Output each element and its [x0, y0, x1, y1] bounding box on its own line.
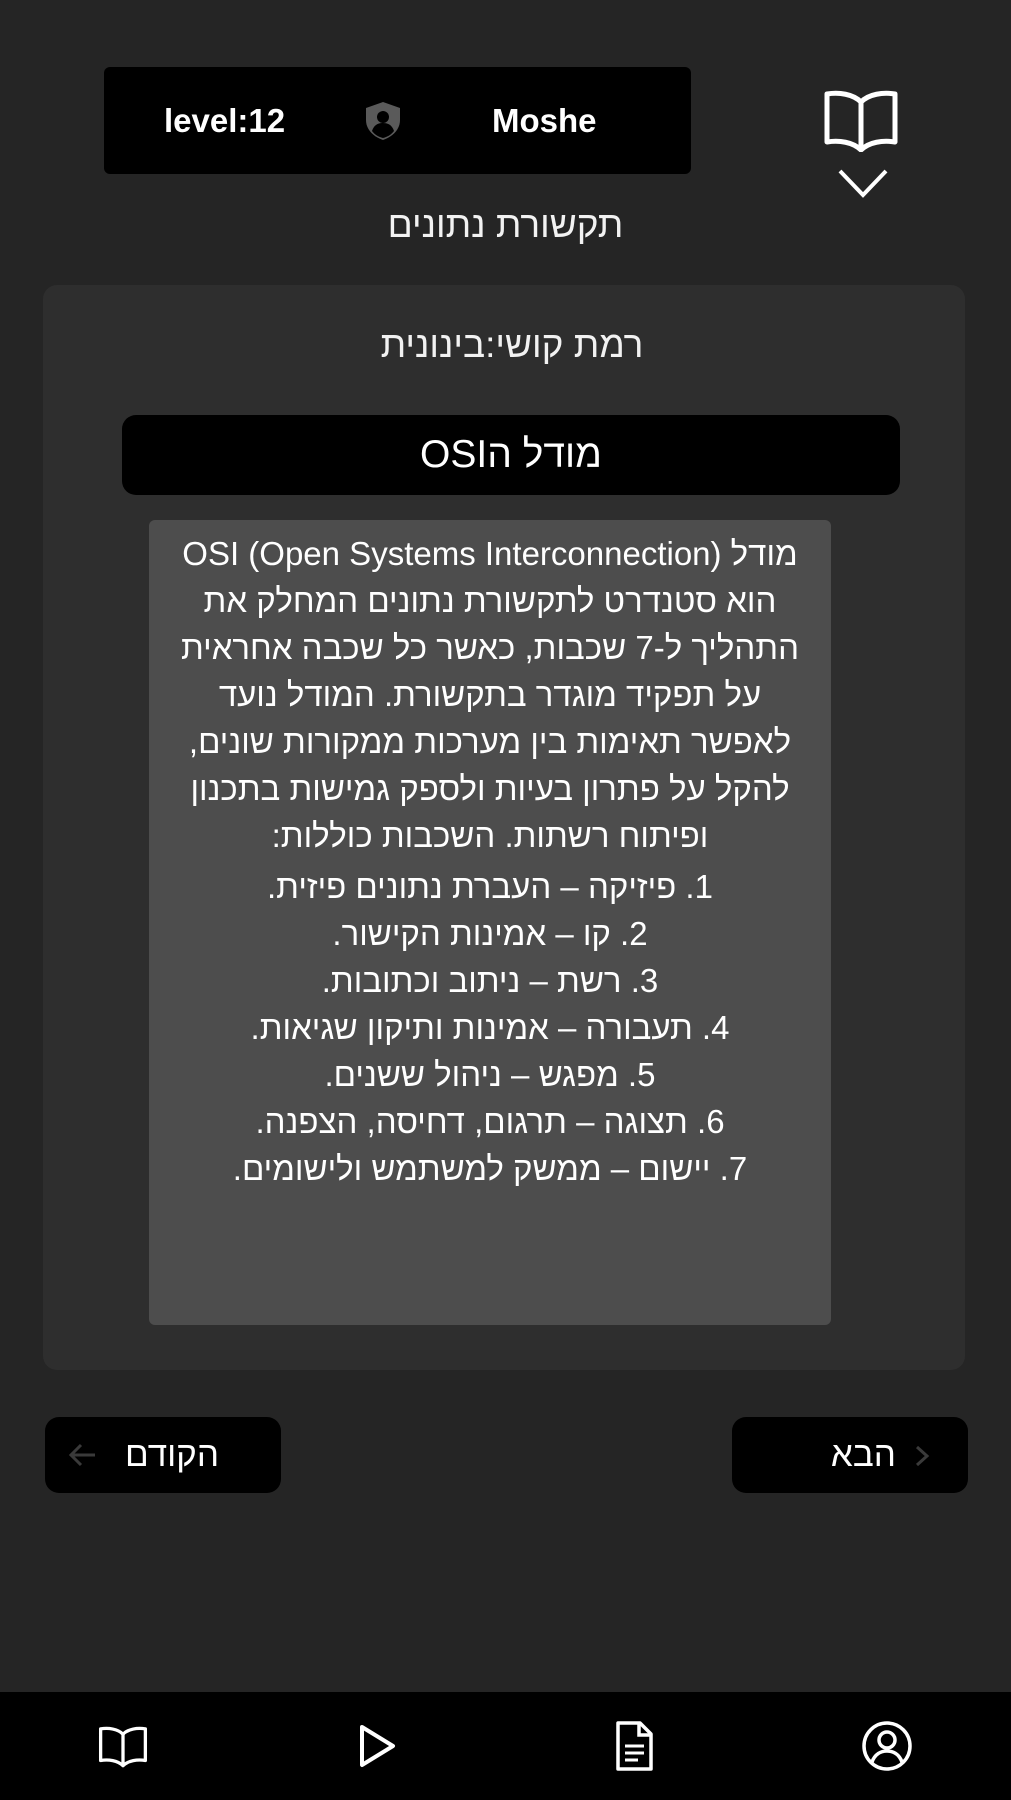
layer-item: 4. תעבורה – אמינות ותיקון שגיאות. — [250, 1009, 730, 1046]
layer-item: 6. תצוגה – תרגום, דחיסה, הצפנה. — [255, 1103, 725, 1140]
next-button[interactable]: הבא — [732, 1417, 968, 1493]
book-open-icon — [98, 1726, 148, 1768]
previous-button[interactable]: הקודם — [45, 1417, 281, 1493]
topic-title: מודל הOSI — [122, 415, 900, 495]
nav-profile[interactable] — [827, 1692, 947, 1800]
layers-list: 1. פיזיקה – העברת נתונים פיזית. 2. קו – … — [179, 863, 801, 1192]
user-circle-icon — [862, 1721, 912, 1771]
lesson-card: רמת קושי:בינונית מודל הOSI מודל OSI (Ope… — [43, 285, 965, 1370]
lesson-intro: מודל OSI (Open Systems Interconnection) … — [180, 535, 799, 854]
user-header: level:12 Moshe — [104, 67, 691, 174]
nav-books[interactable] — [63, 1692, 183, 1800]
layer-item: 1. פיזיקה – העברת נתונים פיזית. — [267, 868, 713, 905]
layer-item: 2. קו – אמינות הקישור. — [332, 915, 648, 952]
difficulty-label: רמת קושי:בינונית — [380, 324, 644, 365]
next-button-label: הבא — [830, 1435, 896, 1474]
book-open-icon[interactable] — [823, 88, 899, 152]
document-icon — [616, 1721, 653, 1771]
layer-item: 3. רשת – ניתוב וכתובות. — [321, 962, 659, 999]
level-label: level:12 — [164, 102, 286, 139]
previous-button-label: הקודם — [125, 1435, 220, 1474]
subject-title: תקשורת נתונים — [0, 204, 1011, 246]
lesson-content: מודל OSI (Open Systems Interconnection) … — [149, 520, 831, 1325]
arrow-left-icon — [68, 1443, 95, 1467]
chevron-right-icon — [915, 1445, 930, 1467]
layer-item: 5. מפגש – ניהול ששנים. — [324, 1056, 656, 1093]
username-label: Moshe — [492, 102, 597, 139]
subject-title-text: תקשורת נתונים — [387, 204, 624, 245]
shield-user-icon — [366, 102, 400, 140]
chevron-down-icon[interactable] — [836, 165, 890, 201]
bottom-navigation — [0, 1692, 1011, 1800]
nav-documents[interactable] — [574, 1692, 694, 1800]
nav-play[interactable] — [317, 1692, 437, 1800]
layer-item: 7. יישום – ממשק למשתמש ולישומים. — [232, 1150, 748, 1187]
play-icon — [360, 1725, 395, 1767]
